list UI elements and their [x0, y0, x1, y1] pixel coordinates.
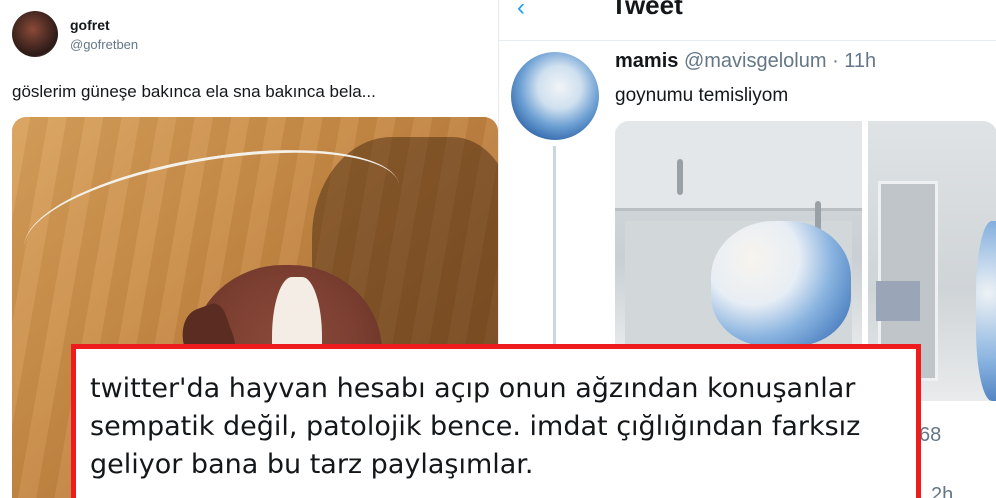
tweet-author-line: mamis @mavisgelolum · 11h: [615, 50, 876, 73]
tweet-text: goynumu temisliyom: [615, 85, 789, 106]
thread-line: [553, 146, 556, 356]
wall-picture: [876, 281, 920, 321]
budgie: [711, 221, 851, 346]
tweet-photo-1[interactable]: [615, 121, 862, 351]
tweet-text: göslerim güneşe bakınca ela sna bakınca …: [12, 82, 376, 101]
divider: [499, 40, 996, 41]
cabinet: [615, 121, 862, 211]
user-handle[interactable]: @mavisgelolum: [684, 50, 827, 72]
user-handle[interactable]: @gofretben: [70, 37, 138, 52]
display-name[interactable]: gofret: [70, 17, 110, 33]
tweet-time: 2h: [931, 484, 954, 498]
avatar[interactable]: [511, 52, 599, 140]
reply-count[interactable]: 68: [919, 424, 941, 447]
cabinet-handle: [677, 159, 683, 195]
quote-text: twitter'da hayvan hesabı açıp onun ağzın…: [90, 373, 861, 480]
budgie: [976, 221, 996, 401]
back-arrow-icon[interactable]: ‹: [517, 0, 525, 22]
quote-box: twitter'da hayvan hesabı açıp onun ağzın…: [71, 344, 921, 498]
page-title: Tweet: [611, 0, 683, 20]
separator: ·: [826, 50, 845, 72]
avatar[interactable]: [12, 11, 58, 57]
display-name[interactable]: mamis: [615, 50, 678, 72]
tweet-time[interactable]: 11h: [844, 50, 876, 72]
